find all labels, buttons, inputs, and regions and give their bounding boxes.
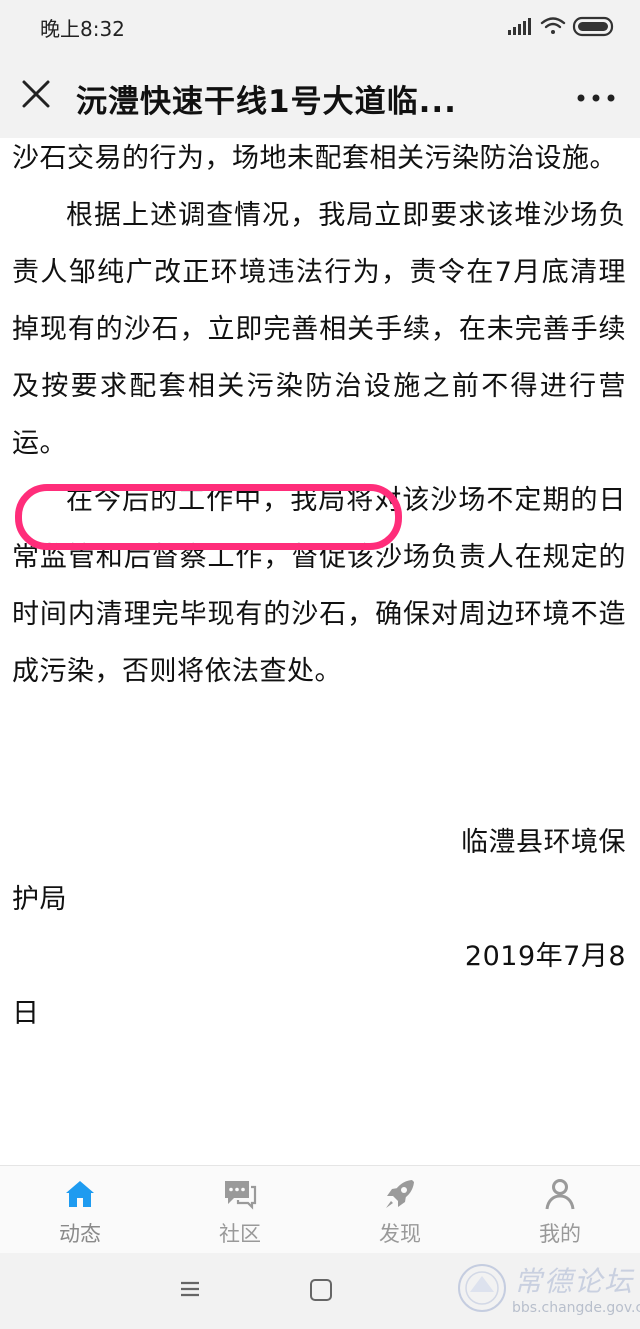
article-content[interactable]: 沙石交易的行为，场地未配套相关污染防治设施。 根据上述调查情况，我局立即要求该堆… <box>0 138 640 1165</box>
nav-bar: 沅澧快速干线1号大道临... <box>0 52 640 138</box>
chat-icon <box>225 1181 257 1210</box>
more-dots-icon <box>577 94 615 102</box>
signal-icon <box>508 18 531 35</box>
menu-icon[interactable] <box>178 1277 202 1301</box>
close-button[interactable] <box>16 74 56 114</box>
battery-icon <box>572 16 614 37</box>
home-icon <box>66 1181 94 1207</box>
tab-label: 动态 <box>59 1222 101 1246</box>
watermark: 常德论坛 bbs.changde.gov.cn <box>456 1258 640 1326</box>
article-paragraph-3: 在今后的工作中，我局将对该沙场不定期的日常监管和后督察工作，督促该沙场负责人在规… <box>12 485 626 687</box>
forum-logo-icon <box>458 1264 506 1312</box>
date-line-2: 日 <box>12 998 40 1029</box>
bottom-tab-bar: 动态 社区 发现 我的 <box>0 1165 640 1253</box>
signature-line-1: 临澧县环境保 <box>461 827 626 858</box>
article-body: 沙石交易的行为，场地未配套相关污染防治设施。 根据上述调查情况，我局立即要求该堆… <box>12 138 626 1042</box>
wifi-icon <box>540 17 566 34</box>
article-paragraph-1: 沙石交易的行为，场地未配套相关污染防治设施。 <box>12 143 617 174</box>
close-icon <box>22 80 50 108</box>
status-bar: 晚上8:32 <box>0 0 640 52</box>
more-button[interactable] <box>572 80 620 116</box>
home-button[interactable] <box>310 1279 332 1301</box>
tab-dynamic[interactable]: 动态 <box>0 1166 160 1253</box>
tab-discover[interactable]: 发现 <box>320 1166 480 1253</box>
date-line-1: 2019年7月8 <box>464 941 626 972</box>
tab-label: 社区 <box>219 1222 261 1246</box>
person-icon <box>545 1179 575 1210</box>
status-time: 晚上8:32 <box>40 17 125 41</box>
tab-community[interactable]: 社区 <box>160 1166 320 1253</box>
tab-label: 我的 <box>539 1222 581 1246</box>
page-title: 沅澧快速干线1号大道临... <box>76 84 457 120</box>
rocket-icon <box>386 1180 414 1208</box>
tab-label: 发现 <box>379 1222 421 1246</box>
status-icons <box>508 14 618 38</box>
watermark-url: bbs.changde.gov.cn <box>512 1300 640 1316</box>
article-paragraph-2: 根据上述调查情况，我局立即要求该堆沙场负责人邹纯广改正环境违法行为，责令在7月底… <box>12 200 626 459</box>
watermark-title: 常德论坛 <box>514 1265 635 1298</box>
tab-profile[interactable]: 我的 <box>480 1166 640 1253</box>
signature-line-2: 护局 <box>12 884 67 915</box>
